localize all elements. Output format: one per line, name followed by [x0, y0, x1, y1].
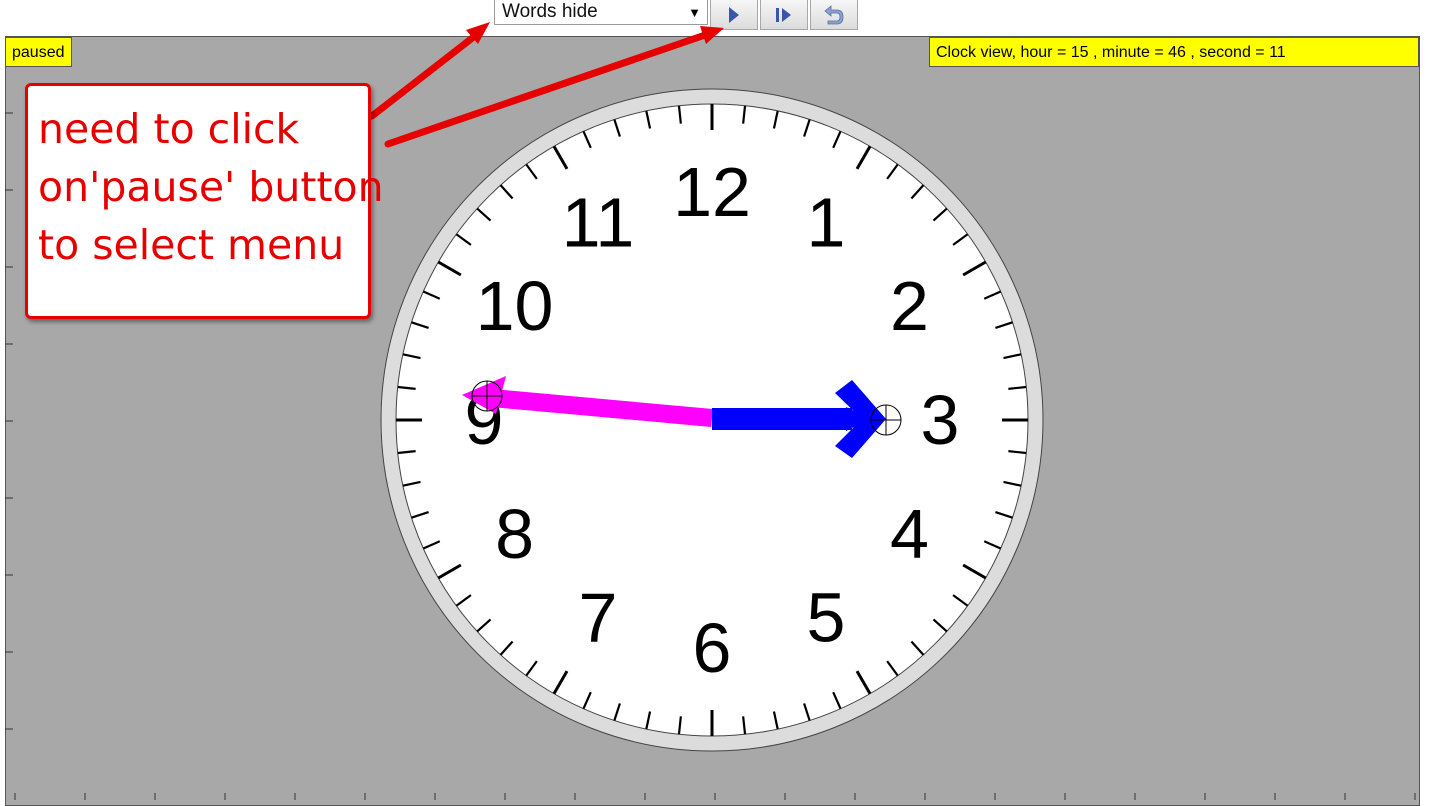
ruler-bottom: [14, 793, 1416, 800]
hour-number: 11: [562, 184, 635, 262]
hour-hand-handle-icon[interactable]: [870, 404, 902, 436]
hour-number: 8: [495, 495, 534, 573]
ruler-left: [5, 112, 13, 730]
instruction-callout: need to click on'pause' button to select…: [25, 83, 384, 319]
hour-number: 3: [921, 381, 960, 459]
hour-number: 6: [693, 609, 732, 687]
callout-line-2: on'pause' button: [38, 163, 384, 211]
hour-number: 2: [890, 267, 929, 345]
callout-line-3: to select menu: [38, 221, 345, 269]
callout-line-1: need to click: [38, 105, 300, 153]
hour-number: 12: [673, 153, 751, 231]
hour-number: 1: [807, 184, 846, 262]
hour-number: 7: [579, 578, 618, 656]
hour-number: 4: [890, 495, 929, 573]
minute-hand-handle-icon[interactable]: [471, 380, 503, 412]
hour-number: 10: [476, 267, 554, 345]
hour-number: 5: [807, 578, 846, 656]
